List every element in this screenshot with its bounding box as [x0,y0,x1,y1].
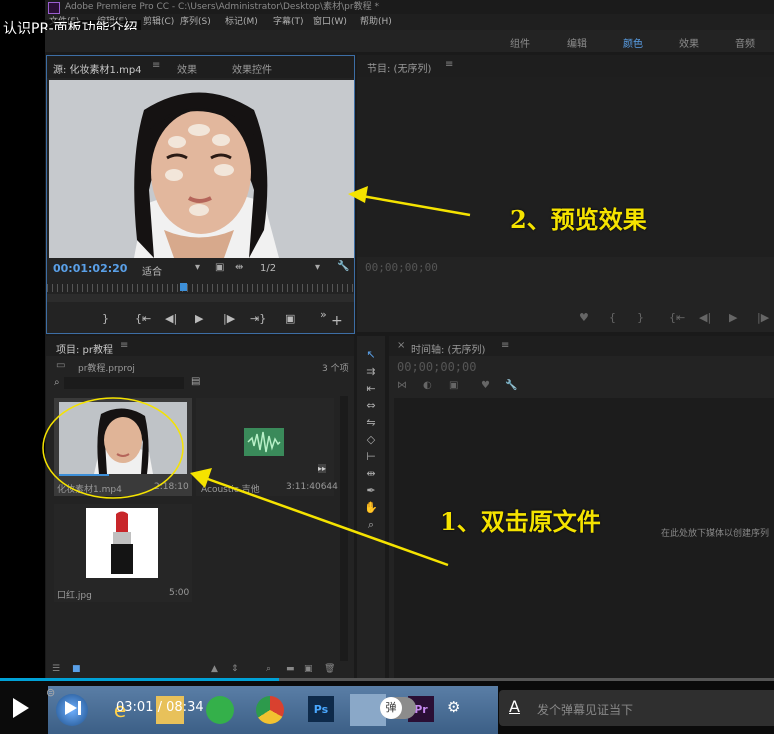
danmaku-toggle-knob: 弹 [380,697,402,719]
arrow-preview-line [361,194,471,217]
annotation-preview-label: 2、预览效果 [510,205,647,234]
time-display: 03:01 / 08:34 [116,700,204,715]
time-separator: / [157,700,162,715]
arrow-preview-head [348,186,368,203]
highlight-ellipse [42,397,184,499]
current-time: 03:01 [116,700,154,715]
danmaku-settings-icon[interactable]: ⊜ [46,686,55,699]
annotation-overlay [42,186,471,567]
next-button[interactable] [62,698,84,718]
play-icon [13,698,29,718]
danmaku-input-box[interactable]: A 发个弹幕见证当下 [499,690,774,726]
danmaku-toggle[interactable]: 弹 [380,697,416,719]
photoshop-icon[interactable]: Ps [308,696,334,722]
wechat-icon[interactable] [206,696,234,724]
danmaku-input[interactable]: 发个弹幕见证当下 [537,701,633,718]
next-icon [65,701,81,715]
danmaku-style-icon[interactable]: ⚙ [447,698,473,720]
total-time: 08:34 [166,700,204,715]
chrome-icon[interactable] [256,696,284,724]
text-style-icon[interactable]: A [509,697,520,716]
play-button[interactable] [8,696,32,720]
arrow-doubleclick-line [204,476,449,567]
annotation-doubleclick-label: 1、双击原文件 [440,507,601,536]
